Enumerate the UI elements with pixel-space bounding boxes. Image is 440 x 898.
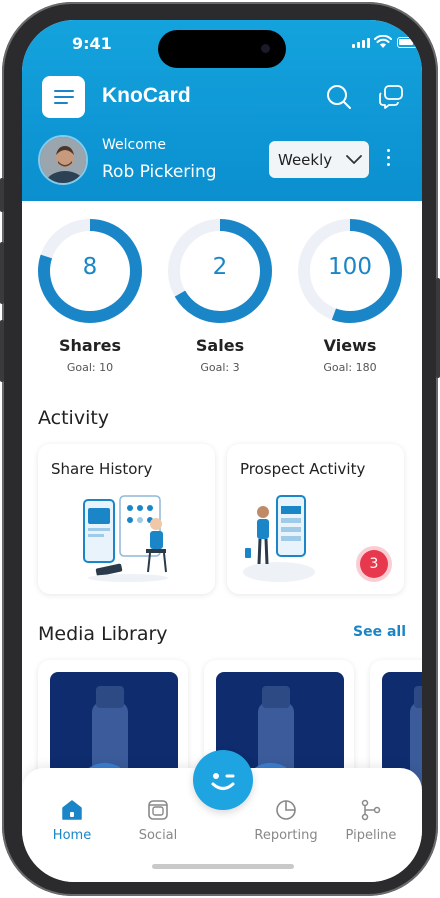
period-select[interactable]: Weekly [269,141,369,178]
social-icon [148,800,168,820]
notification-badge: 3 [360,550,388,578]
card-title: Prospect Activity [240,460,366,478]
stat-shares[interactable]: 8 Shares Goal: 10 [35,216,145,374]
home-icon [62,800,82,820]
tab-label: Reporting [254,828,318,843]
tab-home[interactable]: Home [32,798,112,843]
stat-goal: Goal: 10 [66,361,114,374]
camera-icon [261,44,270,53]
see-all-link[interactable]: See all [353,624,406,640]
share-history-illustration [83,495,168,582]
chevron-down-icon [346,154,363,164]
avatar[interactable] [38,135,88,185]
volume-up-button [0,242,4,304]
more-options-icon[interactable] [387,149,390,166]
header: 9:41 KnoCard Welcome Rob Pickering Weekl… [22,20,422,201]
home-indicator [152,864,294,869]
media-library-heading: Media Library [38,623,168,645]
stat-value: 2 [212,254,228,280]
battery-icon [397,37,417,48]
signal-icon [352,38,370,48]
stat-label: Sales [195,336,245,355]
phone-frame: 9:41 KnoCard Welcome Rob Pickering Weekl… [0,2,440,896]
wifi-icon [374,35,392,48]
tab-social[interactable]: Social [118,798,198,843]
tab-label: Social [138,828,178,843]
volume-down-button [0,320,4,382]
mute-switch [0,178,4,212]
knocard-logo-icon [205,762,241,798]
user-name: Rob Pickering [102,162,217,182]
menu-button[interactable] [42,76,85,118]
stat-value: 8 [82,254,98,280]
stat-goal: Goal: 180 [323,361,377,374]
stat-sales[interactable]: 2 Sales Goal: 3 [165,216,275,374]
profile-photo [40,137,86,183]
tab-pipeline[interactable]: Pipeline [331,798,411,843]
period-select-value: Weekly [278,150,333,169]
tab-label: Home [52,828,92,843]
tab-label: Pipeline [345,828,397,843]
activity-heading: Activity [38,407,110,429]
screen: 9:41 KnoCard Welcome Rob Pickering Weekl… [22,20,422,882]
stat-label: Views [323,336,377,355]
status-time: 9:41 [72,34,112,53]
welcome-text: Welcome [102,137,167,153]
stat-label: Shares [59,336,121,355]
dynamic-island [158,30,286,68]
pipeline-icon [361,799,381,821]
pie-chart-icon [276,800,296,820]
stat-value: 100 [328,254,372,280]
power-button [436,278,440,378]
stat-goal: Goal: 3 [200,361,240,374]
card-title: Share History [51,460,153,478]
prospect-activity-illustration [243,495,315,582]
app-title: KnoCard [102,84,191,107]
status-bar: 9:41 [22,20,422,70]
knocard-fab-button[interactable] [193,750,253,810]
search-icon[interactable] [326,84,352,110]
hamburger-icon [53,90,74,104]
stat-views[interactable]: 100 Views Goal: 180 [295,216,405,374]
tab-reporting[interactable]: Reporting [246,798,326,843]
messages-icon[interactable] [378,84,404,110]
share-history-card[interactable]: Share History [38,444,215,594]
